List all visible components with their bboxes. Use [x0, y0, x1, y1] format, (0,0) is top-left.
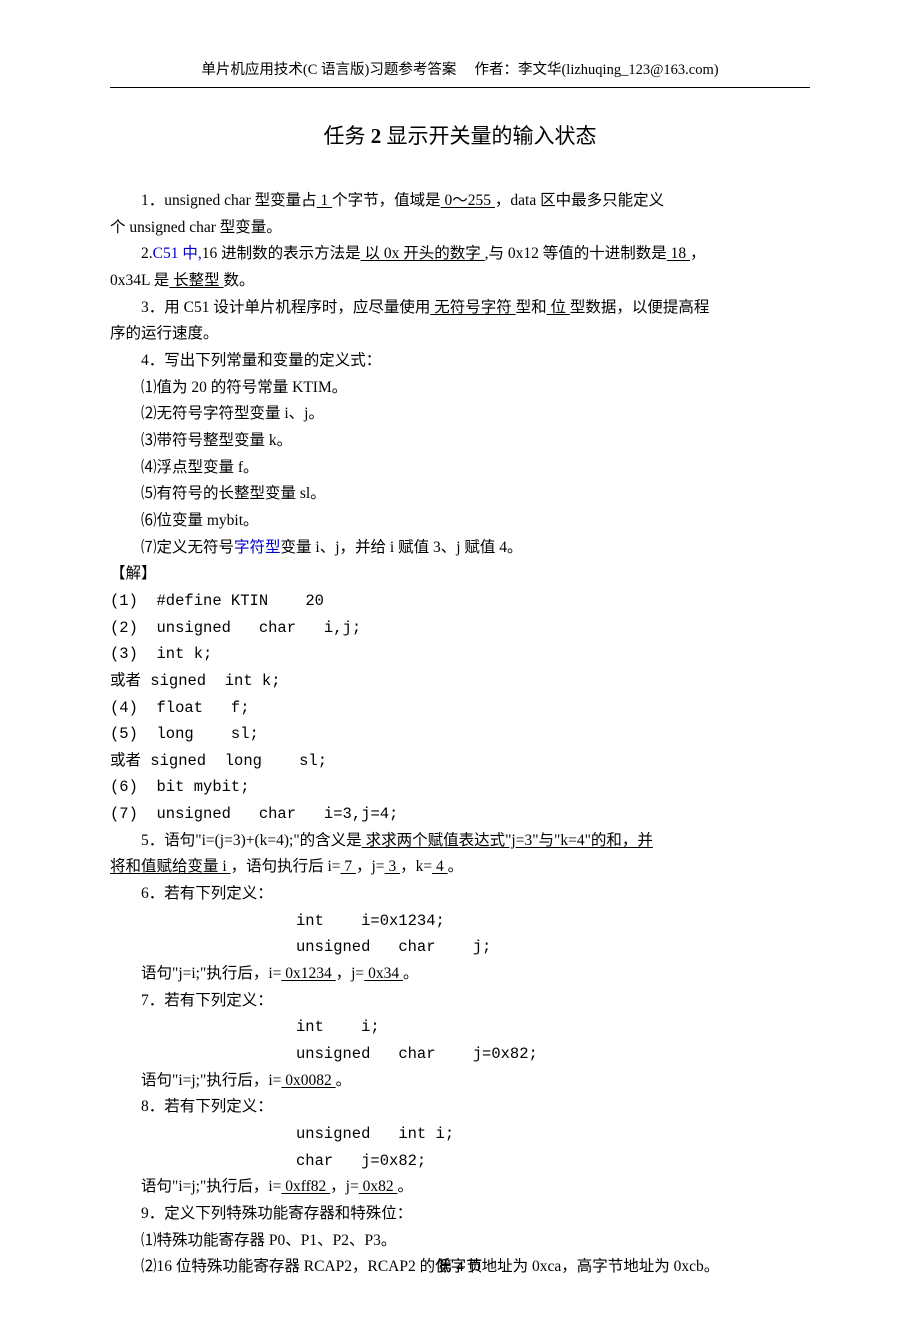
- solution-line: (4) float f;: [110, 695, 810, 722]
- blank: 7: [341, 858, 357, 875]
- question-1: 1．unsigned char 型变量占 1 个字节，值域是 0～255 ，da…: [110, 188, 810, 215]
- question-2-cont: 0x34L 是 长整型 数。: [110, 268, 810, 295]
- header-right: 作者：李文华(lizhuqing_123@163.com): [474, 62, 718, 78]
- blank: 0x34: [364, 965, 403, 982]
- question-3-cont: 序的运行速度。: [110, 321, 810, 348]
- blank: 无符号字符: [430, 299, 515, 316]
- blank: 1: [317, 192, 333, 209]
- q7-code: int i;: [110, 1014, 810, 1041]
- page: 单片机应用技术(C 语言版)习题参考答案 作者：李文华(lizhuqing_12…: [0, 0, 920, 1321]
- page-title: 任务 2 显示开关量的输入状态: [110, 118, 810, 154]
- blank: 18: [667, 245, 690, 262]
- blank: 3: [385, 858, 401, 875]
- blank: 位: [547, 299, 570, 316]
- blank: 0x1234: [281, 965, 335, 982]
- blank: 0xff82: [281, 1178, 330, 1195]
- page-footer: 第 4 页: [0, 1255, 920, 1281]
- solution-line: (6) bit mybit;: [110, 774, 810, 801]
- q8-code: unsigned int i;: [110, 1121, 810, 1148]
- solution-line: (7) unsigned char i=3,j=4;: [110, 801, 810, 828]
- question-8-head: 8．若有下列定义：: [110, 1094, 810, 1121]
- blank: 0～255: [441, 192, 495, 209]
- q6-code: int i=0x1234;: [110, 908, 810, 935]
- q7-code: unsigned char j=0x82;: [110, 1041, 810, 1068]
- question-7-ans: 语句"i=j;"执行后，i= 0x0082 。: [110, 1068, 810, 1095]
- solution-mark: 【解】: [110, 561, 810, 588]
- question-7-head: 7．若有下列定义：: [110, 988, 810, 1015]
- question-3: 3．用 C51 设计单片机程序时，应尽量使用 无符号字符 型和 位 型数据，以便…: [110, 295, 810, 322]
- solution-line: (5) long sl;: [110, 721, 810, 748]
- blank: 以 0x 开头的数字: [361, 245, 485, 262]
- q4-item: ⑹位变量 mybit。: [110, 508, 810, 535]
- blank: 0x82: [359, 1178, 398, 1195]
- question-6-head: 6．若有下列定义：: [110, 881, 810, 908]
- solution-line: 或者 signed long sl;: [110, 748, 810, 775]
- q4-item: ⑷浮点型变量 f。: [110, 455, 810, 482]
- q8-code: char j=0x82;: [110, 1148, 810, 1175]
- question-9-head: 9．定义下列特殊功能寄存器和特殊位：: [110, 1201, 810, 1228]
- solution-line: (1) #define KTIN 20: [110, 588, 810, 615]
- question-1-cont: 个 unsigned char 型变量。: [110, 215, 810, 242]
- blank: 长整型: [169, 272, 223, 289]
- q9-item: ⑴特殊功能寄存器 P0、P1、P2、P3。: [110, 1228, 810, 1255]
- question-5: 5．语句"i=(j=3)+(k=4);"的含义是 求求两个赋值表达式"j=3"与…: [110, 828, 810, 855]
- question-5-cont: 将和值赋给变量 i ，语句执行后 i= 7 ，j= 3 ，k= 4 。: [110, 854, 810, 881]
- header-left: 单片机应用技术(C 语言版)习题参考答案: [201, 62, 456, 78]
- q4-item: ⑵无符号字符型变量 i、j。: [110, 401, 810, 428]
- blank: 0x0082: [281, 1072, 335, 1089]
- blank: 求求两个赋值表达式"j=3"与"k=4"的和，并: [362, 832, 653, 849]
- question-2: 2.C51 中,16 进制数的表示方法是 以 0x 开头的数字 ,与 0x12 …: [110, 241, 810, 268]
- q6-code: unsigned char j;: [110, 934, 810, 961]
- blank: 4: [432, 858, 448, 875]
- question-4-head: 4．写出下列常量和变量的定义式：: [110, 348, 810, 375]
- page-header: 单片机应用技术(C 语言版)习题参考答案 作者：李文华(lizhuqing_12…: [110, 58, 810, 88]
- question-8-ans: 语句"i=j;"执行后，i= 0xff82 ，j= 0x82 。: [110, 1174, 810, 1201]
- q4-item: ⑸有符号的长整型变量 sl。: [110, 481, 810, 508]
- solution-line: (2) unsigned char i,j;: [110, 615, 810, 642]
- solution-line: (3) int k;: [110, 641, 810, 668]
- q4-item: ⑴值为 20 的符号常量 KTIM。: [110, 375, 810, 402]
- question-6-ans: 语句"j=i;"执行后，i= 0x1234 ，j= 0x34 。: [110, 961, 810, 988]
- blank: 将和值赋给变量 i: [110, 858, 231, 875]
- solution-line: 或者 signed int k;: [110, 668, 810, 695]
- q4-item: ⑶带符号整型变量 k。: [110, 428, 810, 455]
- q4-item-7: ⑺定义无符号字符型变量 i、j，并给 i 赋值 3、j 赋值 4。: [110, 535, 810, 562]
